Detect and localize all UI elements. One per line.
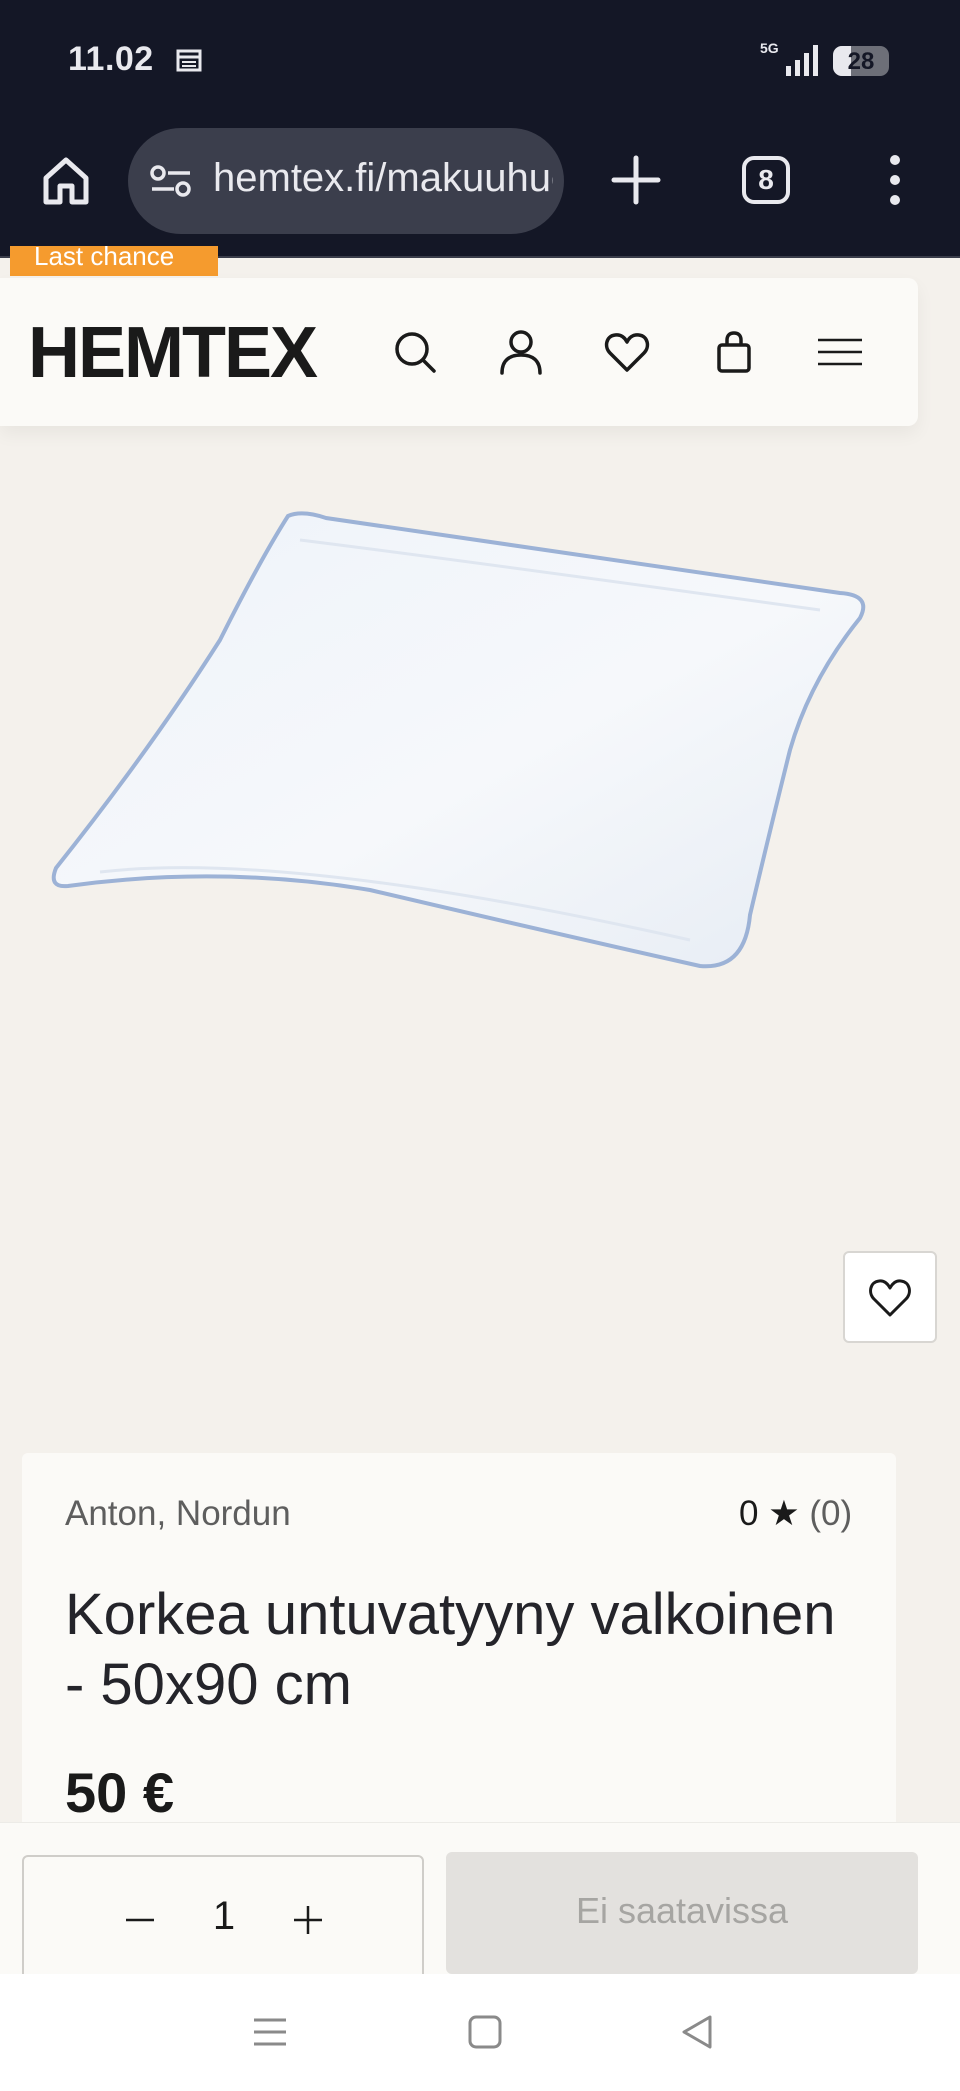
home-nav-icon[interactable] bbox=[467, 2014, 503, 2050]
minus-icon[interactable] bbox=[120, 1900, 160, 1940]
status-time: 11.02 bbox=[68, 40, 154, 78]
promo-badge: Last chance bbox=[10, 246, 218, 276]
signal-icon bbox=[786, 45, 818, 76]
plus-icon[interactable] bbox=[608, 152, 664, 208]
search-icon[interactable] bbox=[390, 327, 440, 377]
quantity-value[interactable]: 1 bbox=[200, 1894, 248, 1939]
home-icon[interactable] bbox=[38, 152, 94, 208]
shopping-bag-icon[interactable] bbox=[709, 327, 759, 377]
product-image[interactable] bbox=[40, 500, 880, 1040]
url-text[interactable]: hemtex.fi/makuuhuone bbox=[213, 156, 553, 201]
site-logo[interactable]: HEMTEX bbox=[28, 312, 318, 394]
add-to-cart-label: Ei saatavissa bbox=[575, 1890, 789, 1931]
more-vert-icon[interactable] bbox=[880, 152, 910, 208]
recents-icon[interactable] bbox=[252, 2014, 288, 2050]
site-settings-icon[interactable] bbox=[150, 164, 192, 198]
rating-count: (0) bbox=[809, 1494, 853, 1533]
star-icon: ★ bbox=[768, 1494, 800, 1533]
tab-switcher-button[interactable]: 8 bbox=[742, 156, 790, 204]
product-title: Korkea untuvatyyny valkoinen - 50x90 cm bbox=[65, 1582, 836, 1717]
battery-percent: 28 bbox=[847, 48, 875, 75]
back-icon[interactable] bbox=[680, 2014, 716, 2050]
heart-icon[interactable] bbox=[602, 327, 652, 377]
product-price: 50 € bbox=[65, 1761, 174, 1824]
product-brand: Anton, Nordun bbox=[65, 1494, 291, 1533]
rating-value: 0 bbox=[739, 1494, 759, 1533]
add-to-favorites-button[interactable] bbox=[843, 1251, 937, 1343]
user-icon[interactable] bbox=[496, 327, 546, 377]
plus-icon[interactable] bbox=[288, 1900, 328, 1940]
heart-icon bbox=[869, 1279, 911, 1317]
calendar-icon bbox=[176, 49, 202, 72]
menu-icon[interactable] bbox=[815, 327, 865, 377]
product-rating[interactable]: 0 ★ (0) bbox=[739, 1494, 852, 1534]
network-type: 5G bbox=[760, 40, 779, 56]
